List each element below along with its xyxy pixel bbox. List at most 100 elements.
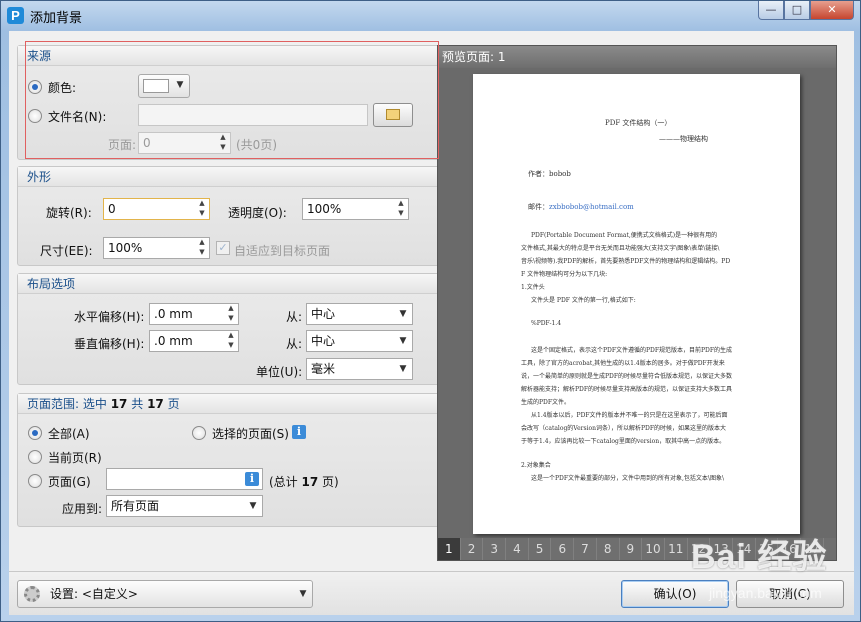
doc-line: 文件头是 PDF 文件的第一行,格式如下: bbox=[531, 297, 636, 304]
color-radio[interactable] bbox=[28, 80, 42, 94]
page-tab[interactable]: 9 bbox=[620, 538, 643, 560]
fit-checkbox[interactable]: ✓ bbox=[216, 241, 230, 255]
file-input[interactable] bbox=[138, 104, 368, 126]
page-tab[interactable]: 3 bbox=[483, 538, 507, 560]
page-tab[interactable]: 13 bbox=[710, 538, 733, 560]
layout-section: 布局选项 水平偏移(H): .0 mm ▲ ▼ 从: 中心 ▼ 垂直偏移(H): … bbox=[17, 273, 441, 385]
all-pages-radio[interactable] bbox=[28, 426, 42, 440]
doc-line: PDF(Portable Document Format,便携式文档格式)是一种… bbox=[531, 232, 718, 239]
h-offset-label: 水平偏移(H): bbox=[74, 310, 145, 324]
appearance-section: 外形 旋转(R): 0 ▲ ▼ 透明度(O): 100% ▲ ▼ 尺寸(EE): 1… bbox=[17, 166, 441, 266]
spin-icon[interactable]: ▲ ▼ bbox=[216, 133, 230, 153]
page-tab[interactable]: 12 bbox=[688, 538, 711, 560]
settings-value: <自定义> bbox=[81, 587, 138, 601]
from-h-label: 从: bbox=[286, 310, 303, 324]
maximize-button[interactable]: □ bbox=[784, 1, 810, 20]
ok-button[interactable]: 确认(O) bbox=[621, 580, 729, 608]
v-offset-spinner[interactable]: .0 mm ▲ ▼ bbox=[149, 330, 239, 352]
from-h-select[interactable]: 中心 ▼ bbox=[306, 303, 413, 325]
source-header: 来源 bbox=[18, 46, 440, 66]
gear-icon bbox=[24, 586, 40, 602]
doc-line: 于等于1.4，应该再比较一下catalog里面的version，取其中高一点的版… bbox=[521, 438, 726, 445]
info-icon[interactable]: i bbox=[292, 425, 306, 439]
spin-icon[interactable]: ▲ ▼ bbox=[224, 331, 238, 351]
page-tab[interactable]: 6 bbox=[551, 538, 575, 560]
window-controls: — □ ✕ bbox=[758, 1, 854, 20]
browse-button[interactable] bbox=[373, 103, 413, 127]
page-tab[interactable]: 15 bbox=[756, 538, 779, 560]
page-tab[interactable]: 1 bbox=[438, 538, 461, 560]
selected-pages-radio[interactable] bbox=[192, 426, 206, 440]
pages-input[interactable]: i bbox=[106, 468, 263, 490]
doc-heading: 2.对象集合 bbox=[521, 462, 551, 469]
page-range-header: 页面范围: 选中 17 共 17 页 bbox=[18, 394, 440, 414]
doc-line: 从1.4版本以后，PDF文件的版本并不唯一的只是在这里表示了，可能后面 bbox=[531, 412, 728, 419]
unit-select[interactable]: 毫米 ▼ bbox=[306, 358, 413, 380]
minimize-button[interactable]: — bbox=[758, 1, 784, 20]
apply-value: 所有页面 bbox=[111, 499, 160, 513]
cancel-button[interactable]: 取消(C) bbox=[736, 580, 844, 608]
doc-email: 邮件：zxbbobob@hotmail.com bbox=[528, 202, 634, 212]
settings-select[interactable]: 设置: <自定义> ▼ bbox=[17, 580, 313, 608]
range-suffix: 页 bbox=[167, 397, 180, 411]
spin-icon[interactable]: ▲ ▼ bbox=[195, 199, 209, 219]
opacity-label: 透明度(O): bbox=[228, 206, 287, 220]
close-button[interactable]: ✕ bbox=[810, 1, 854, 20]
chevron-down-icon: ▼ bbox=[299, 589, 307, 599]
pages-radio[interactable] bbox=[28, 474, 42, 488]
size-spinner[interactable]: 100% ▲ ▼ bbox=[103, 237, 210, 259]
pages-label: 页面(G) bbox=[48, 475, 91, 489]
unit-label: 单位(U): bbox=[256, 365, 303, 379]
email-link[interactable]: zxbbobob@hotmail.com bbox=[549, 203, 634, 211]
page-tab[interactable]: 14 bbox=[733, 538, 756, 560]
total-suffix: 页) bbox=[322, 475, 339, 489]
page-tab[interactable]: 10 bbox=[642, 538, 665, 560]
page-total: (共0页) bbox=[236, 138, 277, 152]
size-value: 100% bbox=[108, 241, 143, 255]
doc-line: 解析器能支持；解析PDF的时候尽量支持高版本的规范，以保证支持大多数工具 bbox=[521, 386, 733, 393]
total-prefix: (总计 bbox=[269, 475, 298, 489]
page-tab[interactable]: 7 bbox=[574, 538, 597, 560]
chevron-down-icon: ▼ bbox=[399, 364, 407, 374]
current-page-radio[interactable] bbox=[28, 450, 42, 464]
range-selected: 17 bbox=[110, 397, 128, 411]
page-tab[interactable]: 5 bbox=[529, 538, 552, 560]
apply-select[interactable]: 所有页面 ▼ bbox=[106, 495, 263, 517]
v-offset-label: 垂直偏移(H): bbox=[74, 337, 145, 351]
from-h-value: 中心 bbox=[311, 307, 336, 321]
range-prefix: 页面范围: 选中 bbox=[27, 397, 107, 411]
preview-panel: 预览页面: 1 PDF 文件结构（一） ———物理结构 作者：bobob 邮件：… bbox=[437, 45, 837, 561]
page-tab[interactable]: 2 bbox=[461, 538, 484, 560]
spin-icon[interactable]: ▲ ▼ bbox=[394, 199, 408, 219]
range-total: 17 bbox=[147, 397, 164, 411]
doc-subtitle: ———物理结构 bbox=[659, 135, 708, 143]
h-offset-value: .0 mm bbox=[154, 307, 193, 321]
file-radio[interactable] bbox=[28, 109, 42, 123]
page-spinner[interactable]: 0 ▲ ▼ bbox=[138, 132, 231, 154]
page-tab[interactable]: 8 bbox=[597, 538, 620, 560]
info-icon[interactable]: i bbox=[245, 472, 259, 486]
page-tab[interactable]: 16 bbox=[778, 538, 801, 560]
size-label: 尺寸(EE): bbox=[40, 244, 93, 258]
rotate-spinner[interactable]: 0 ▲ ▼ bbox=[103, 198, 210, 220]
from-v-select[interactable]: 中心 ▼ bbox=[306, 330, 413, 352]
source-section: 来源 颜色: ▼ 文件名(N): 页面: 0 ▲ ▼ (共0页) bbox=[17, 45, 441, 160]
h-offset-spinner[interactable]: .0 mm ▲ ▼ bbox=[149, 303, 239, 325]
page-tab[interactable]: 17 bbox=[801, 538, 824, 560]
page-tab[interactable]: 4 bbox=[506, 538, 529, 560]
preview-page: PDF 文件结构（一） ———物理结构 作者：bobob 邮件：zxbbobob… bbox=[473, 74, 800, 534]
from-v-label: 从: bbox=[286, 337, 303, 351]
spin-icon[interactable]: ▲ ▼ bbox=[195, 238, 209, 258]
color-picker[interactable]: ▼ bbox=[138, 74, 190, 98]
opacity-spinner[interactable]: 100% ▲ ▼ bbox=[302, 198, 409, 220]
page-label: 页面: bbox=[108, 138, 137, 152]
title-bar[interactable]: P 添加背景 — □ ✕ bbox=[1, 1, 860, 31]
selected-pages-label: 选择的页面(S) bbox=[212, 427, 289, 441]
chevron-down-icon: ▼ bbox=[176, 80, 184, 90]
color-swatch bbox=[143, 79, 169, 93]
page-tab[interactable]: 11 bbox=[665, 538, 688, 560]
dialog-client: 来源 颜色: ▼ 文件名(N): 页面: 0 ▲ ▼ (共0页) 外形 旋转(R)… bbox=[9, 31, 854, 615]
v-offset-value: .0 mm bbox=[154, 334, 193, 348]
pages-total: (总计 17 页) bbox=[269, 473, 339, 490]
spin-icon[interactable]: ▲ ▼ bbox=[224, 304, 238, 324]
